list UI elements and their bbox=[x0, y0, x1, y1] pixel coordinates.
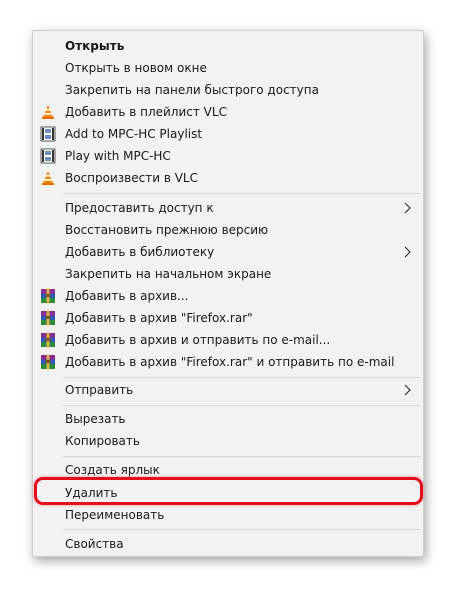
menu-item-vlc-add-playlist[interactable]: Добавить в плейлист VLC bbox=[33, 101, 423, 123]
menu-item-copy[interactable]: Копировать bbox=[33, 430, 423, 452]
menu-separator bbox=[63, 377, 421, 378]
menu-item-archive-email[interactable]: Добавить в архив и отправить по e-mail..… bbox=[33, 329, 423, 351]
vlc-cone-icon bbox=[42, 105, 54, 119]
menu-item-label: Вырезать bbox=[65, 412, 126, 426]
menu-item-label: Отправить bbox=[65, 383, 134, 397]
menu-item-archive-add-named[interactable]: Добавить в архив "Firefox.rar" bbox=[33, 307, 423, 329]
winrar-icon bbox=[41, 310, 55, 326]
menu-item-rename[interactable]: Переименовать bbox=[33, 504, 423, 526]
screenshot-stage: Открыть Открыть в новом окне Закрепить н… bbox=[0, 0, 456, 589]
menu-item-open[interactable]: Открыть bbox=[33, 35, 423, 57]
delete-highlight-frame bbox=[34, 477, 423, 505]
menu-item-label: Добавить в архив и отправить по e-mail..… bbox=[65, 333, 331, 347]
menu-item-label: Открыть bbox=[65, 39, 125, 53]
menu-item-label: Закрепить на панели быстрого доступа bbox=[65, 83, 319, 97]
menu-item-archive-named-email[interactable]: Добавить в архив "Firefox.rar" и отправи… bbox=[33, 351, 423, 373]
menu-item-label: Переименовать bbox=[65, 508, 165, 522]
chevron-right-icon bbox=[404, 246, 411, 258]
menu-item-pin-start[interactable]: Закрепить на начальном экране bbox=[33, 263, 423, 285]
menu-item-label: Add to MPC-HC Playlist bbox=[65, 127, 203, 141]
menu-separator bbox=[63, 193, 421, 194]
chevron-right-icon bbox=[404, 384, 411, 396]
menu-item-label: Предоставить доступ к bbox=[65, 201, 214, 215]
menu-item-mpc-play[interactable]: Play with MPC-HC bbox=[33, 145, 423, 167]
menu-item-label: Копировать bbox=[65, 434, 140, 448]
menu-item-vlc-play[interactable]: Воспроизвести в VLC bbox=[33, 167, 423, 189]
menu-item-properties[interactable]: Свойства bbox=[33, 533, 423, 555]
vlc-cone-icon bbox=[42, 171, 54, 185]
winrar-icon bbox=[41, 354, 55, 370]
menu-item-add-library[interactable]: Добавить в библиотеку bbox=[33, 241, 423, 263]
menu-item-label: Закрепить на начальном экране bbox=[65, 267, 272, 281]
menu-separator bbox=[63, 456, 421, 457]
menu-item-label: Восстановить прежнюю версию bbox=[65, 223, 269, 237]
chevron-right-icon bbox=[404, 202, 411, 214]
menu-separator bbox=[63, 405, 421, 406]
menu-item-label: Открыть в новом окне bbox=[65, 61, 207, 75]
menu-item-give-access[interactable]: Предоставить доступ к bbox=[33, 197, 423, 219]
menu-item-label: Добавить в библиотеку bbox=[65, 245, 215, 259]
mpc-hc-icon bbox=[40, 126, 56, 142]
menu-item-label: Добавить в архив "Firefox.rar" bbox=[65, 311, 253, 325]
menu-item-mpc-add-playlist[interactable]: Add to MPC-HC Playlist bbox=[33, 123, 423, 145]
winrar-icon bbox=[41, 332, 55, 348]
menu-item-label: Добавить в плейлист VLC bbox=[65, 105, 227, 119]
menu-separator bbox=[63, 529, 421, 530]
mpc-hc-icon bbox=[40, 148, 56, 164]
menu-item-restore-version[interactable]: Восстановить прежнюю версию bbox=[33, 219, 423, 241]
menu-item-send-to[interactable]: Отправить bbox=[33, 379, 423, 401]
menu-item-label: Воспроизвести в VLC bbox=[65, 171, 198, 185]
menu-item-open-new-window[interactable]: Открыть в новом окне bbox=[33, 57, 423, 79]
menu-item-label: Play with MPC-HC bbox=[65, 149, 171, 163]
menu-item-archive-add[interactable]: Добавить в архив... bbox=[33, 285, 423, 307]
menu-item-label: Добавить в архив... bbox=[65, 289, 189, 303]
menu-item-cut[interactable]: Вырезать bbox=[33, 408, 423, 430]
winrar-icon bbox=[41, 288, 55, 304]
menu-item-label: Свойства bbox=[65, 537, 124, 551]
menu-item-pin-quick-access[interactable]: Закрепить на панели быстрого доступа bbox=[33, 79, 423, 101]
menu-item-label: Добавить в архив "Firefox.rar" и отправи… bbox=[65, 355, 395, 369]
